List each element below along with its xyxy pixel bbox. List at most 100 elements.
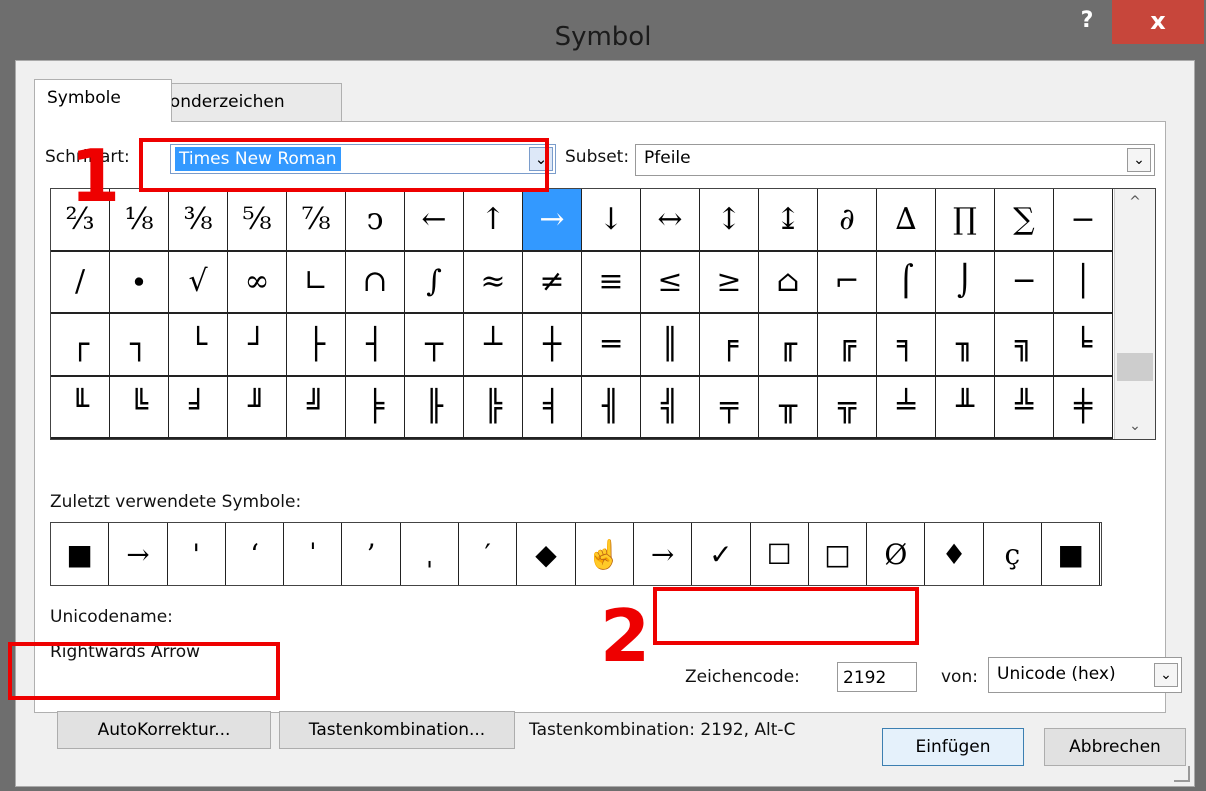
symbol-cell[interactable]: ╪ (1054, 376, 1113, 439)
symbol-cell[interactable]: ∞ (228, 251, 287, 314)
subset-select[interactable]: Pfeile ⌄ (635, 144, 1155, 176)
symbol-cell[interactable]: ╠ (464, 376, 523, 439)
tastenkombination-button[interactable]: Tastenkombination... (279, 711, 515, 749)
symbol-cell[interactable]: ╚ (110, 376, 169, 439)
symbol-cell[interactable]: ╟ (405, 376, 464, 439)
symbol-cell[interactable]: ╥ (759, 376, 818, 439)
symbol-cell[interactable]: ╢ (582, 376, 641, 439)
symbol-cell[interactable]: ⌂ (759, 251, 818, 314)
symbol-cell[interactable]: ╝ (287, 376, 346, 439)
symbol-cell[interactable]: ╘ (1054, 314, 1113, 377)
symbol-cell[interactable]: ↕ (700, 189, 759, 252)
symbol-cell[interactable]: ∏ (936, 189, 995, 252)
symbol-cell[interactable]: ∕ (51, 251, 110, 314)
symbol-cell[interactable]: ≠ (523, 251, 582, 314)
symbol-cell[interactable]: ∂ (818, 189, 877, 252)
symbol-cell[interactable]: ∙ (110, 251, 169, 314)
recent-symbol-cell[interactable]: ✓ (692, 523, 751, 585)
symbol-cell[interactable]: √ (169, 251, 228, 314)
symbol-cell[interactable]: ┤ (346, 314, 405, 377)
chevron-down-icon[interactable]: ⌄ (1154, 663, 1178, 687)
symbol-cell[interactable]: ⅞ (287, 189, 346, 252)
symbol-cell[interactable]: ┐ (110, 314, 169, 377)
symbol-cell[interactable]: ╜ (228, 376, 287, 439)
symbol-cell[interactable]: ╡ (523, 376, 582, 439)
symbol-cell[interactable]: ⌡ (936, 251, 995, 314)
symbol-cell[interactable]: ┼ (523, 314, 582, 377)
recent-symbol-cell[interactable]: ■ (1042, 523, 1101, 585)
symbol-cell[interactable]: ∩ (346, 251, 405, 314)
recent-symbol-cell[interactable]: Ø (867, 523, 926, 585)
symbol-cell[interactable]: ║ (641, 314, 700, 377)
symbol-cell[interactable]: ╣ (641, 376, 700, 439)
recent-symbol-cell[interactable]: → (109, 523, 168, 585)
recent-symbol-cell[interactable]: ♦ (925, 523, 984, 585)
symbol-cell[interactable]: ╓ (759, 314, 818, 377)
insert-button[interactable]: Einfügen (882, 728, 1024, 766)
symbol-grid-scrollbar[interactable]: ^ ⌄ (1114, 189, 1155, 439)
symbol-cell[interactable]: ╛ (169, 376, 228, 439)
recent-symbol-cell[interactable]: ' (168, 523, 226, 585)
symbol-cell[interactable]: ≤ (641, 251, 700, 314)
symbol-cell[interactable]: ↨ (759, 189, 818, 252)
symbol-cell[interactable]: ╖ (936, 314, 995, 377)
tab-sonderzeichen[interactable]: Sonderzeichen (146, 83, 342, 122)
recent-symbol-cell[interactable]: ç (984, 523, 1043, 585)
symbol-cell[interactable]: ⅝ (228, 189, 287, 252)
autokorrektur-button[interactable]: AutoKorrektur... (57, 711, 271, 749)
chevron-down-icon[interactable]: ⌄ (1127, 148, 1151, 172)
symbol-cell[interactable]: → (523, 189, 582, 252)
symbol-cell[interactable]: ╒ (700, 314, 759, 377)
symbol-cell[interactable]: ┬ (405, 314, 464, 377)
symbol-cell[interactable]: ┘ (228, 314, 287, 377)
symbol-cell[interactable]: ╧ (877, 376, 936, 439)
symbol-cell[interactable]: ∟ (287, 251, 346, 314)
symbol-cell[interactable]: ╙ (51, 376, 110, 439)
recent-symbol-cell[interactable]: ˌ (401, 523, 460, 585)
recent-symbol-cell[interactable]: ☝ (576, 523, 634, 585)
symbol-cell[interactable]: ↑ (464, 189, 523, 252)
recent-symbol-cell[interactable]: ˈ (284, 523, 343, 585)
recent-symbol-cell[interactable]: ′ (459, 523, 518, 585)
von-select[interactable]: Unicode (hex) ⌄ (988, 657, 1182, 693)
help-button[interactable]: ? (1063, 2, 1111, 44)
symbol-cell[interactable]: ⌐ (818, 251, 877, 314)
symbol-cell[interactable]: ╞ (346, 376, 405, 439)
symbol-cell[interactable]: ∆ (877, 189, 936, 252)
recent-symbol-cell[interactable]: ■ (51, 523, 110, 585)
recent-symbol-cell[interactable]: → (634, 523, 693, 585)
recent-symbol-cell[interactable]: ’ (342, 523, 401, 585)
symbol-cell[interactable]: ⅜ (169, 189, 228, 252)
symbol-cell[interactable]: ╩ (995, 376, 1054, 439)
tab-symbole[interactable]: Symbole (34, 79, 172, 122)
scroll-thumb[interactable] (1117, 353, 1153, 381)
symbol-cell[interactable]: ┌ (51, 314, 110, 377)
symbol-cell[interactable]: ≈ (464, 251, 523, 314)
cancel-button[interactable]: Abbrechen (1044, 728, 1186, 766)
symbol-cell[interactable]: ⌠ (877, 251, 936, 314)
font-select[interactable]: Times New Roman ⌄ (170, 144, 556, 174)
close-button[interactable]: x (1112, 0, 1204, 44)
symbol-cell[interactable]: ∑ (995, 189, 1054, 252)
symbol-cell[interactable]: ≥ (700, 251, 759, 314)
recent-symbol-cell[interactable]: ◆ (517, 523, 576, 585)
symbol-cell[interactable]: │ (1054, 251, 1113, 314)
symbol-cell[interactable]: ╨ (936, 376, 995, 439)
symbol-cell[interactable]: ─ (995, 251, 1054, 314)
recent-symbol-cell[interactable]: □ (809, 523, 868, 585)
symbol-cell[interactable]: ┴ (464, 314, 523, 377)
symbol-cell[interactable]: ╤ (700, 376, 759, 439)
symbol-cell[interactable]: ∫ (405, 251, 464, 314)
scroll-up-icon[interactable]: ^ (1115, 189, 1155, 215)
recent-symbol-cell[interactable]: ‘ (226, 523, 285, 585)
symbol-cell[interactable]: ═ (582, 314, 641, 377)
symbol-cell[interactable]: ╔ (818, 314, 877, 377)
symbol-cell[interactable]: ├ (287, 314, 346, 377)
charcode-input[interactable]: 2192 (837, 662, 917, 692)
symbol-cell[interactable]: ╕ (877, 314, 936, 377)
scroll-down-icon[interactable]: ⌄ (1115, 413, 1155, 439)
recent-symbol-cell[interactable]: ☐ (751, 523, 809, 585)
resize-grip-icon[interactable] (1174, 766, 1190, 782)
symbol-cell[interactable]: ← (405, 189, 464, 252)
symbol-cell[interactable]: ╦ (818, 376, 877, 439)
